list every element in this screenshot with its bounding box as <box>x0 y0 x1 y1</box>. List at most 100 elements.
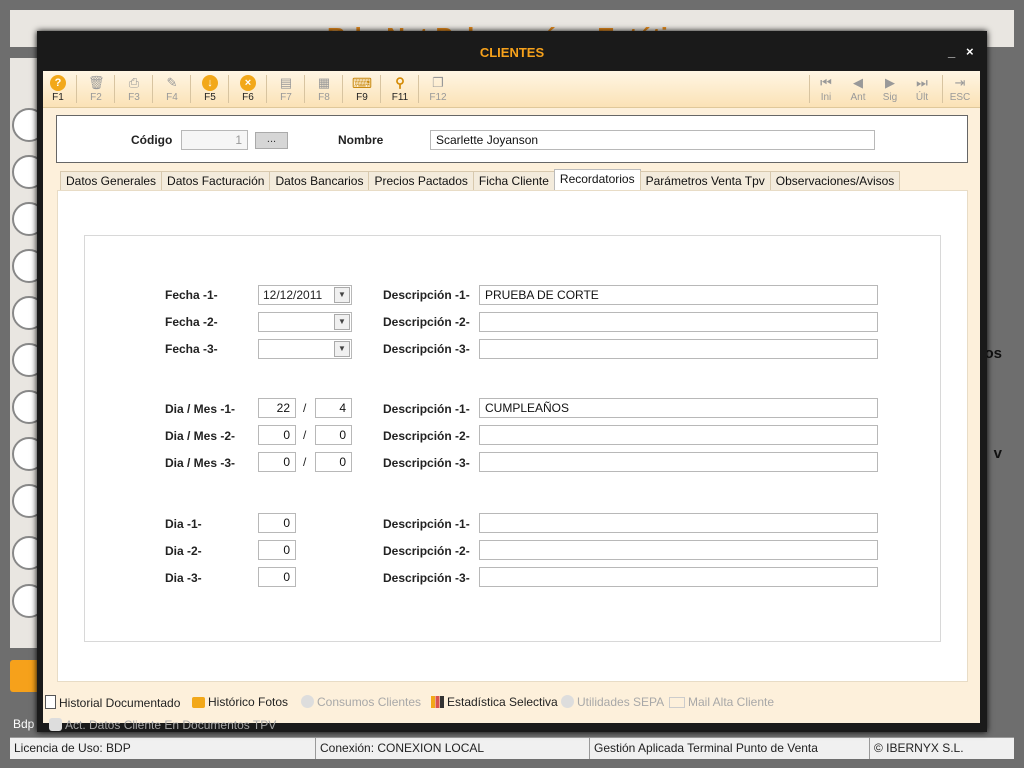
help-button[interactable]: ? F1 <box>40 73 76 107</box>
dia-mes-2-dia-input[interactable] <box>258 425 296 445</box>
dia-mes-1-descripcion-input[interactable] <box>479 398 878 418</box>
chevron-down-icon[interactable]: ▼ <box>334 341 350 357</box>
dia-1-label: Dia -1- <box>165 517 202 531</box>
close-button[interactable]: × <box>966 44 974 59</box>
toolbar-key-label: F3 <box>128 92 140 103</box>
fecha-2-picker[interactable]: ▼ <box>258 312 352 332</box>
utilidades-sepa-link[interactable]: Utilidades SEPA <box>561 695 664 709</box>
historico-fotos-link[interactable]: Histórico Fotos <box>192 695 288 709</box>
dia-mes-1-mes-input[interactable] <box>315 398 352 418</box>
descripcion-3-label: Descripción -3- <box>383 571 470 585</box>
tab-parametros-venta-tpv[interactable]: Parámetros Venta Tpv <box>639 171 771 190</box>
minimize-button[interactable]: _ <box>948 44 955 59</box>
save-button[interactable]: ↓ F5 <box>192 73 228 107</box>
recordatorios-tab-page: Fecha -1- 12/12/2011 ▼ Descripción -1- F… <box>57 190 968 682</box>
bottom-actions: Historial Documentado Histórico Fotos Co… <box>45 687 975 732</box>
dia-mes-2-mes-input[interactable] <box>315 425 352 445</box>
dia-mes-2-descripcion-input[interactable] <box>479 425 878 445</box>
toolbar-key-label: F12 <box>429 92 447 103</box>
act-datos-cliente-link[interactable]: Act. Datos Cliente En Documentos TPV <box>49 718 276 732</box>
dia-mes-3-label: Dia / Mes -3- <box>165 456 236 470</box>
tab-datos-bancarios[interactable]: Datos Bancarios <box>269 171 370 190</box>
recordatorios-form: Fecha -1- 12/12/2011 ▼ Descripción -1- F… <box>84 235 941 642</box>
tab-recordatorios[interactable]: Recordatorios <box>553 169 641 190</box>
tab-observaciones-avisos[interactable]: Observaciones/Avisos <box>769 171 901 190</box>
link-label: Historial Documentado <box>59 696 181 710</box>
chevron-down-icon[interactable]: ▼ <box>334 287 350 303</box>
consumos-clientes-link[interactable]: Consumos Clientes <box>301 695 421 709</box>
date-separator: / <box>303 455 307 469</box>
tab-ficha-cliente[interactable]: Ficha Cliente <box>472 171 555 190</box>
exit-button[interactable]: ⇥ ESC <box>943 73 977 107</box>
delete-button[interactable]: 🗑 F2 <box>78 73 114 107</box>
dia-mes-3-descripcion-input[interactable] <box>479 452 878 472</box>
fecha-1-value: 12/12/2011 <box>263 288 323 302</box>
nav-previous-button[interactable]: ◀ Ant <box>842 73 874 107</box>
cancel-button[interactable]: × F6 <box>230 73 266 107</box>
fecha-3-label: Fecha -3- <box>165 342 218 356</box>
nav-first-button[interactable]: ⏮ Ini <box>810 73 842 107</box>
search-button[interactable]: ⚲ F11 <box>382 73 418 107</box>
tab-precios-pactados[interactable]: Precios Pactados <box>368 171 474 190</box>
dia-mes-3-mes-input[interactable] <box>315 452 352 472</box>
dia-2-descripcion-input[interactable] <box>479 540 878 560</box>
link-label: Utilidades SEPA <box>577 695 665 709</box>
calculator-button[interactable]: ▦ F8 <box>306 73 342 107</box>
link-label: Act. Datos Cliente En Documentos TPV <box>65 718 277 732</box>
tab-datos-generales[interactable]: Datos Generales <box>60 171 163 190</box>
descripcion-2-label: Descripción -2- <box>383 544 470 558</box>
copy-icon: ❐ <box>432 75 444 90</box>
save-icon: ↓ <box>202 75 218 91</box>
nombre-input[interactable] <box>430 130 875 150</box>
keyboard-button[interactable]: ⌨ F9 <box>344 73 380 107</box>
dia-mes-3-dia-input[interactable] <box>258 452 296 472</box>
document-icon <box>45 695 56 709</box>
nav-next-button[interactable]: ▶ Sig <box>874 73 906 107</box>
fecha-1-picker[interactable]: 12/12/2011 ▼ <box>258 285 352 305</box>
dia-1-descripcion-input[interactable] <box>479 513 878 533</box>
fecha-1-descripcion-input[interactable] <box>479 285 878 305</box>
app-orange-button[interactable] <box>10 660 40 692</box>
dia-2-label: Dia -2- <box>165 544 202 558</box>
status-copyright: © IBERNYX S.L. <box>874 741 964 755</box>
nav-label: Ini <box>820 92 832 103</box>
fecha-2-descripcion-input[interactable] <box>479 312 878 332</box>
dia-2-input[interactable] <box>258 540 296 560</box>
historial-documentado-link[interactable]: Historial Documentado <box>45 695 180 710</box>
status-license: Licencia de Uso: BDP <box>10 738 316 759</box>
dia-mes-1-dia-input[interactable] <box>258 398 296 418</box>
nombre-label: Nombre <box>338 133 384 147</box>
toolbar-key-label: F4 <box>166 92 178 103</box>
descripcion-1-label: Descripción -1- <box>383 517 470 531</box>
fecha-3-descripcion-input[interactable] <box>479 339 878 359</box>
fecha-3-picker[interactable]: ▼ <box>258 339 352 359</box>
background-text-fragment: v <box>993 445 1002 462</box>
copy-button[interactable]: ❐ F12 <box>420 73 456 107</box>
dia-3-descripcion-input[interactable] <box>479 567 878 587</box>
dia-1-input[interactable] <box>258 513 296 533</box>
status-bar: Licencia de Uso: BDP Conexión: CONEXION … <box>10 737 1014 759</box>
tab-datos-facturacion[interactable]: Datos Facturación <box>161 171 271 190</box>
document-button[interactable]: ▤ F7 <box>268 73 304 107</box>
fecha-1-label: Fecha -1- <box>165 288 218 302</box>
mail-alta-cliente-link[interactable]: Mail Alta Cliente <box>669 695 774 709</box>
estadistica-selectiva-link[interactable]: Estadística Selectiva <box>431 695 558 709</box>
descripcion-3-label: Descripción -3- <box>383 456 470 470</box>
toolbar-key-label: F6 <box>242 92 254 103</box>
edit-button[interactable]: ✎ F4 <box>154 73 190 107</box>
status-mode: Gestión Aplicada Terminal Punto de Venta <box>590 738 870 759</box>
next-icon: ▶ <box>885 75 895 90</box>
search-icon: ⚲ <box>395 75 405 90</box>
chevron-down-icon[interactable]: ▼ <box>334 314 350 330</box>
pie-chart-icon <box>301 695 314 708</box>
print-button[interactable]: ⎙ F3 <box>116 73 152 107</box>
codigo-input[interactable] <box>181 130 248 150</box>
last-icon: ⏭ <box>916 75 928 90</box>
toolbar-key-label: F11 <box>391 92 409 103</box>
nav-last-button[interactable]: ⏭ Últ <box>906 73 938 107</box>
descripcion-2-label: Descripción -2- <box>383 429 470 443</box>
first-icon: ⏮ <box>820 75 832 90</box>
dia-3-input[interactable] <box>258 567 296 587</box>
codigo-lookup-button[interactable]: ... <box>255 132 288 149</box>
toolbar-key-label: F8 <box>318 92 330 103</box>
